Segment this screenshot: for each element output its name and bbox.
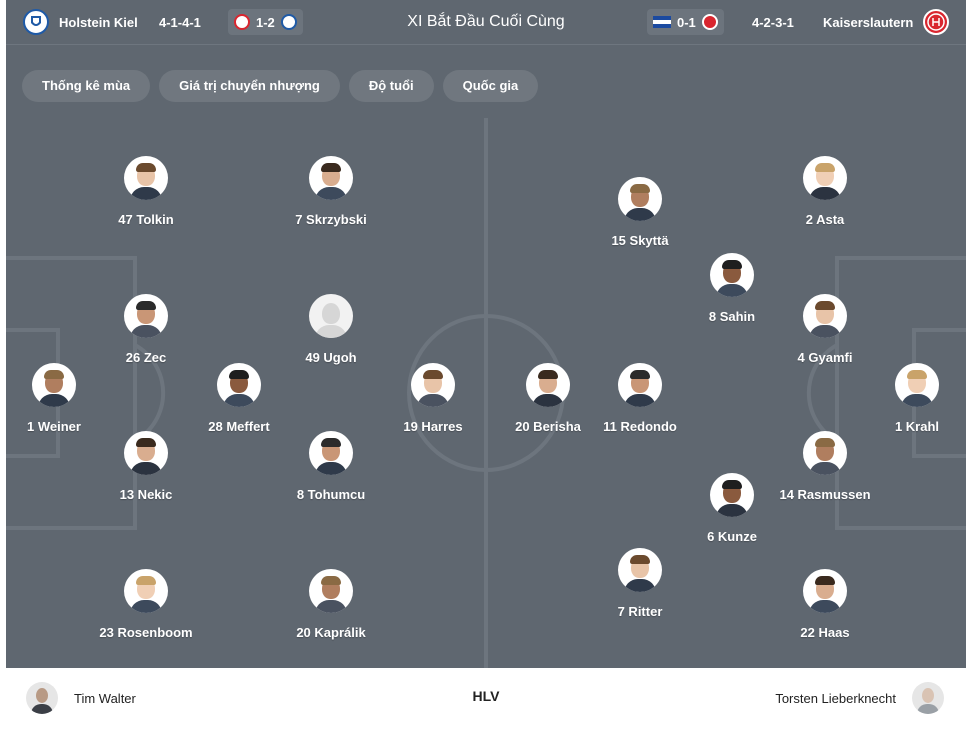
player-avatar: [124, 569, 168, 613]
stats-tabs: Thống kê mùa Giá trị chuyển nhượng Độ tu…: [22, 70, 539, 102]
lineup-widget: Holstein Kiel 4-1-4-1 1-2 XI Bắt Đầu Cuố…: [0, 0, 972, 729]
player-avatar: [710, 253, 754, 297]
away-team-name: Kaiserslautern: [823, 14, 914, 30]
tab-nationality[interactable]: Quốc gia: [442, 70, 539, 102]
player-avatar: [309, 294, 353, 338]
player-avatar: [124, 156, 168, 200]
player-name: 23 Rosenboom: [99, 625, 193, 640]
player-name: 15 Skyttä: [611, 233, 669, 248]
player-avatar: [803, 156, 847, 200]
player-avatar: [124, 431, 168, 475]
kaiserslautern-crest-icon: [923, 9, 950, 35]
player-avatar: [124, 294, 168, 338]
home-player-3[interactable]: 26 Zec: [66, 294, 226, 365]
player-avatar: [710, 473, 754, 517]
away-team[interactable]: Kaiserslautern: [823, 0, 950, 44]
away-player-4[interactable]: 4 Gyamfi: [745, 294, 905, 365]
hertha-bsc-crest-icon: [653, 16, 671, 28]
away-player-7[interactable]: 1 Krahl: [837, 363, 966, 434]
home-player-1[interactable]: 47 Tolkin: [66, 156, 226, 227]
home-player-6[interactable]: 28 Meffert: [159, 363, 319, 434]
player-name: 7 Skrzybski: [295, 212, 367, 227]
home-player-8[interactable]: 13 Nekic: [66, 431, 226, 502]
player-name: 8 Tohumcu: [296, 487, 366, 502]
away-formation: 4-2-3-1: [752, 0, 794, 44]
home-player-11[interactable]: 20 Kaprálik: [251, 569, 411, 640]
player-name: 11 Redondo: [603, 419, 677, 434]
player-avatar: [803, 431, 847, 475]
tab-season-stats[interactable]: Thống kê mùa: [22, 70, 151, 102]
player-name: 6 Kunze: [707, 529, 757, 544]
home-player-10[interactable]: 23 Rosenboom: [66, 569, 226, 640]
player-avatar: [217, 363, 261, 407]
away-player-10[interactable]: 7 Ritter: [560, 548, 720, 619]
home-player-9[interactable]: 8 Tohumcu: [251, 431, 411, 502]
player-avatar: [618, 548, 662, 592]
away-player-6[interactable]: 11 Redondo: [560, 363, 720, 434]
player-name: 13 Nekic: [119, 487, 173, 502]
away-player-9[interactable]: 6 Kunze: [652, 473, 812, 544]
home-player-5[interactable]: 1 Weiner: [6, 363, 134, 434]
away-last-match[interactable]: 0-1: [647, 9, 724, 35]
player-avatar: [309, 431, 353, 475]
player-name: 20 Kaprálik: [296, 625, 366, 640]
player-avatar: [32, 363, 76, 407]
player-avatar: [618, 363, 662, 407]
tab-age[interactable]: Độ tuổi: [348, 70, 434, 102]
player-name: 2 Asta: [805, 212, 845, 227]
coaches-bar: Tim Walter HLV Torsten Lieberknecht: [6, 668, 966, 729]
away-coach-avatar: [912, 682, 944, 714]
player-name: 22 Haas: [800, 625, 850, 640]
away-player-2[interactable]: 15 Skyttä: [560, 177, 720, 248]
away-player-11[interactable]: 22 Haas: [745, 569, 905, 640]
header-divider: [6, 44, 966, 45]
kaiserslautern-mini-crest-icon: [701, 14, 718, 30]
away-formation-text: 4-2-3-1: [752, 14, 794, 30]
player-name: 7 Ritter: [617, 604, 663, 619]
player-name: 47 Tolkin: [118, 212, 174, 227]
player-avatar: [309, 569, 353, 613]
player-avatar: [411, 363, 455, 407]
away-coach-name: Torsten Lieberknecht: [775, 690, 896, 706]
player-avatar: [309, 156, 353, 200]
player-avatar: [803, 569, 847, 613]
home-player-2[interactable]: 7 Skrzybski: [251, 156, 411, 227]
player-avatar: [618, 177, 662, 221]
away-player-1[interactable]: 2 Asta: [745, 156, 905, 227]
lineup-header: Holstein Kiel 4-1-4-1 1-2 XI Bắt Đầu Cuố…: [6, 0, 966, 118]
away-coach[interactable]: Torsten Lieberknecht: [775, 682, 944, 714]
player-avatar: [803, 294, 847, 338]
home-player-4[interactable]: 49 Ugoh: [251, 294, 411, 365]
player-avatar: [895, 363, 939, 407]
away-last-score: 0-1: [677, 14, 696, 30]
pitch: 47 Tolkin 7 Skrzybski 26 Zec 49 Ugoh 1 Weine…: [6, 118, 966, 668]
tab-transfer-value[interactable]: Giá trị chuyển nhượng: [159, 70, 340, 102]
match-topbar: Holstein Kiel 4-1-4-1 1-2 XI Bắt Đầu Cuố…: [6, 0, 966, 44]
lineup-title: XI Bắt Đầu Cuối Cùng: [407, 13, 565, 30]
